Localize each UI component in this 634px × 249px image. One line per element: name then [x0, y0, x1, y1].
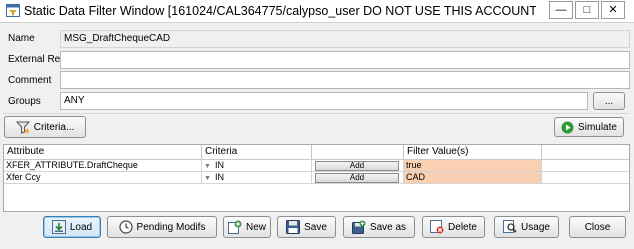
- window-title: Static Data Filter Window [161024/CAL364…: [24, 4, 536, 18]
- save-as-button-label: Save as: [369, 221, 407, 233]
- filter-value-cell[interactable]: CAD: [404, 172, 542, 184]
- delete-icon: [430, 220, 444, 234]
- dropdown-arrow-icon[interactable]: ▼: [204, 175, 211, 182]
- criteria-cell[interactable]: ▼ IN: [202, 172, 312, 184]
- comment-label: Comment: [8, 75, 52, 86]
- pending-modifs-button[interactable]: Pending Modifs: [107, 216, 217, 238]
- usage-button[interactable]: Usage: [494, 216, 559, 238]
- groups-label: Groups: [8, 96, 41, 107]
- usage-button-label: Usage: [521, 221, 550, 233]
- close-button-label: Close: [584, 221, 611, 233]
- delete-button-label: Delete: [448, 221, 477, 233]
- attribute-cell[interactable]: XFER_ATTRIBUTE.DraftCheque: [4, 160, 202, 172]
- delete-button[interactable]: Delete: [422, 216, 485, 238]
- add-button[interactable]: Add: [315, 173, 399, 183]
- divider: [3, 113, 630, 114]
- save-button-label: Save: [304, 221, 327, 233]
- load-icon: [51, 220, 66, 234]
- close-window-button[interactable]: ✕: [601, 1, 625, 19]
- static-data-filter-window: Static Data Filter Window [161024/CAL364…: [0, 0, 634, 249]
- column-header-add[interactable]: [312, 145, 404, 160]
- groups-browse-button[interactable]: ...: [593, 92, 625, 110]
- clock-icon: [118, 220, 133, 234]
- maximize-button[interactable]: □: [575, 1, 599, 19]
- magnifier-icon: [503, 220, 517, 233]
- close-button[interactable]: Close: [569, 216, 626, 238]
- column-header-criteria[interactable]: Criteria: [202, 145, 312, 160]
- attribute-cell[interactable]: Xfer Ccy: [4, 172, 202, 184]
- save-as-button[interactable]: Save as: [343, 216, 415, 238]
- criteria-cell[interactable]: ▼ IN: [202, 160, 312, 172]
- column-header-filter-values[interactable]: Filter Value(s): [404, 145, 542, 160]
- floppy-icon: [286, 220, 301, 234]
- save-as-icon: [351, 220, 366, 234]
- criteria-table: Attribute Criteria Filter Value(s) XFER_…: [3, 144, 630, 212]
- title-bar: Static Data Filter Window [161024/CAL364…: [0, 0, 634, 23]
- extra-cell: [542, 172, 629, 184]
- minimize-button[interactable]: —: [549, 1, 573, 19]
- criteria-button[interactable]: Criteria...: [4, 116, 86, 138]
- add-button[interactable]: Add: [315, 161, 399, 171]
- column-header-extra[interactable]: [542, 145, 629, 160]
- dropdown-arrow-icon[interactable]: ▼: [204, 163, 211, 170]
- play-icon: [561, 121, 574, 133]
- simulate-button[interactable]: Simulate: [554, 117, 624, 137]
- load-button-label: Load: [69, 221, 93, 233]
- comment-input[interactable]: [60, 71, 630, 89]
- filter-window-icon: [6, 4, 20, 17]
- add-cell: Add: [312, 160, 404, 172]
- name-label: Name: [8, 33, 35, 44]
- simulate-button-label: Simulate: [578, 121, 617, 133]
- load-button[interactable]: Load: [43, 216, 101, 238]
- criteria-value: IN: [214, 160, 224, 170]
- groups-browse-label: ...: [604, 95, 614, 107]
- new-icon: [227, 220, 242, 234]
- funnel-icon: [15, 121, 30, 134]
- pending-modifs-button-label: Pending Modifs: [136, 221, 206, 233]
- extra-cell: [542, 160, 629, 172]
- filter-value-cell[interactable]: true: [404, 160, 542, 172]
- name-field: MSG_DraftChequeCAD: [60, 30, 630, 48]
- new-button[interactable]: New: [223, 216, 271, 238]
- groups-input[interactable]: ANY: [60, 92, 588, 110]
- external-ref-label: External Ref.: [8, 54, 66, 65]
- criteria-button-label: Criteria...: [33, 121, 75, 133]
- external-ref-input[interactable]: [60, 51, 630, 69]
- save-button[interactable]: Save: [277, 216, 336, 238]
- add-cell: Add: [312, 172, 404, 184]
- criteria-value: IN: [214, 172, 224, 182]
- new-button-label: New: [245, 221, 266, 233]
- column-header-attribute[interactable]: Attribute: [4, 145, 202, 160]
